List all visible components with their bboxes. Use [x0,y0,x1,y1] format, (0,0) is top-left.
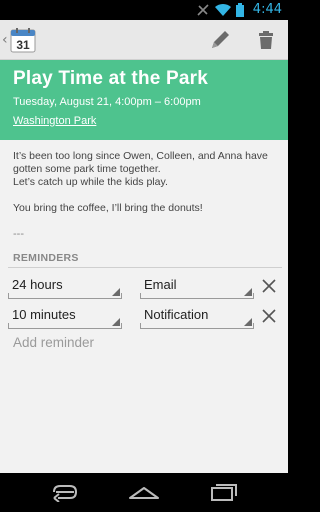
description-line: You bring the coffee, I’ll bring the don… [13,202,203,214]
calendar-app-icon-label: 31 [16,38,30,52]
reminder-method-spinner[interactable]: Email [140,273,254,299]
reminder-time-spinner[interactable]: 24 hours [8,273,122,299]
reminder-time-value: 24 hours [12,277,63,292]
home-icon[interactable] [128,482,160,502]
description-separator: --- [13,228,24,240]
wifi-icon [215,3,231,17]
up-caret-icon[interactable]: ‹ [2,32,8,48]
description-line: It’s been too long since Owen, Colleen, … [13,150,268,175]
remove-reminder-close-icon[interactable] [260,307,278,325]
dropdown-triangle-icon [112,288,120,296]
reminder-method-value: Notification [144,307,209,322]
navigation-bar [0,473,288,512]
status-clock: 4:44 [252,2,282,17]
dropdown-triangle-icon [112,318,120,326]
edit-pencil-icon[interactable] [208,28,232,52]
calendar-app-icon[interactable]: 31 [10,27,36,53]
event-details: It’s been too long since Owen, Colleen, … [0,140,288,473]
back-icon[interactable] [50,482,78,502]
remove-reminder-close-icon[interactable] [260,277,278,295]
battery-icon [236,3,244,17]
description-line: Let’s catch up while the kids play. [13,176,168,188]
event-header: Play Time at the Park Tuesday, August 21… [0,60,288,140]
reminder-method-spinner[interactable]: Notification [140,303,254,329]
reminder-method-value: Email [144,277,177,292]
add-reminder-button[interactable]: Add reminder [13,335,94,350]
event-title: Play Time at the Park [13,68,208,89]
reminder-time-spinner[interactable]: 10 minutes [8,303,122,329]
reminders-divider [8,267,282,268]
event-datetime: Tuesday, August 21, 4:00pm – 6:00pm [13,96,201,108]
action-bar: ‹ 31 [0,20,288,60]
dropdown-triangle-icon [244,318,252,326]
reminder-time-value: 10 minutes [12,307,76,322]
reminders-header: REMINDERS [13,252,79,264]
dropdown-triangle-icon [244,288,252,296]
event-description: It’s been too long since Owen, Colleen, … [13,150,275,215]
status-bar: 4:44 [0,0,288,20]
recent-apps-icon[interactable] [210,482,238,502]
airplane-mode-icon [197,4,209,16]
delete-trash-icon[interactable] [254,28,278,52]
event-location-link[interactable]: Washington Park [13,115,96,127]
